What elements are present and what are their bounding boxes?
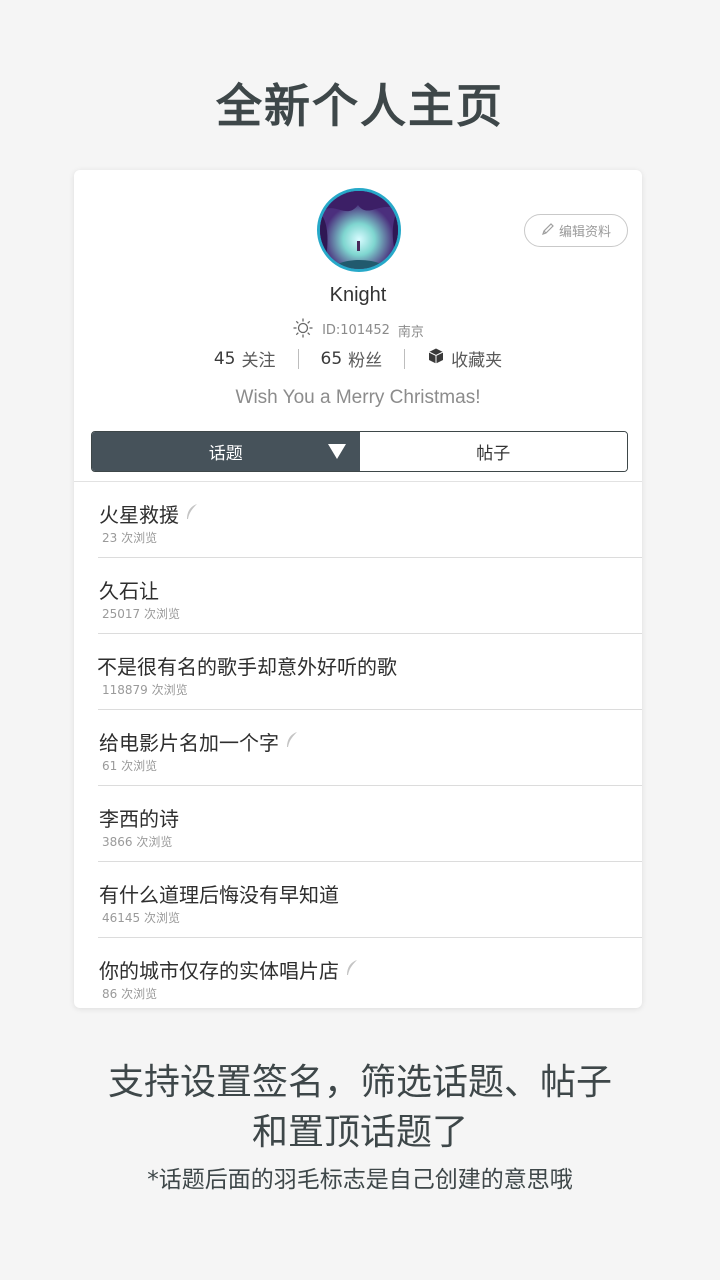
tab-topics[interactable]: 话题 [92, 432, 360, 471]
topic-title: 有什么道理后悔没有早知道 [99, 883, 339, 907]
feather-icon [345, 958, 359, 982]
content-tabs: 话题 帖子 [91, 431, 628, 472]
list-item[interactable]: 有什么道理后悔没有早知道 46145 次浏览 [98, 862, 642, 938]
topic-views: 46145 次浏览 [102, 911, 180, 925]
triangle-down-icon[interactable] [327, 444, 346, 459]
feather-icon [285, 730, 299, 754]
footnote: *话题后面的羽毛标志是自己创建的意思哦 [147, 1167, 573, 1193]
following-count: 45 [213, 348, 236, 369]
pencil-icon [541, 222, 555, 240]
feather-icon [185, 502, 199, 526]
topic-views: 118879 次浏览 [102, 683, 188, 697]
topic-views: 86 次浏览 [102, 987, 158, 1001]
edit-profile-button[interactable]: 编辑资料 [524, 214, 628, 247]
tab-topics-label: 话题 [208, 444, 243, 464]
caption-line-2: 和置顶话题了 [251, 1112, 468, 1153]
followers-label: 粉丝 [348, 351, 383, 371]
topic-title: 李西的诗 [99, 807, 179, 831]
tab-posts[interactable]: 帖子 [359, 432, 627, 471]
list-item[interactable]: 李西的诗 3866 次浏览 [98, 786, 642, 862]
topic-title: 给电影片名加一个字 [99, 731, 279, 755]
sun-icon [292, 317, 314, 343]
topic-views: 23 次浏览 [102, 531, 158, 545]
following-stat[interactable]: 45 关注 [192, 346, 298, 372]
profile-stats: 45 关注 65 粉丝 收藏夹 [74, 346, 642, 371]
box-icon [427, 347, 445, 370]
favorites-stat[interactable]: 收藏夹 [405, 346, 524, 371]
topic-title: 火星救援 [99, 503, 179, 527]
caption-line-1: 支持设置签名，筛选话题、帖子 [107, 1062, 612, 1103]
list-item[interactable]: 你的城市仅存的实体唱片店 86 次浏览 [98, 938, 642, 1008]
topic-views: 3866 次浏览 [102, 835, 173, 849]
user-id: ID:101452 [322, 322, 390, 338]
list-item[interactable]: 不是很有名的歌手却意外好听的歌 118879 次浏览 [97, 634, 642, 710]
following-label: 关注 [241, 351, 276, 371]
topic-title: 不是很有名的歌手却意外好听的歌 [97, 655, 397, 679]
followers-count: 65 [320, 348, 343, 369]
list-item[interactable]: 给电影片名加一个字 61 次浏览 [98, 710, 642, 786]
topic-title: 你的城市仅存的实体唱片店 [99, 959, 339, 983]
tab-posts-label: 帖子 [476, 444, 511, 464]
followers-stat[interactable]: 65 粉丝 [299, 346, 405, 372]
topic-list: 火星救援 23 次浏览 久石让 25017 次浏览 不是很有名的歌手却意外好听的… [74, 481, 642, 1008]
list-item[interactable]: 火星救援 23 次浏览 [98, 482, 642, 558]
list-item[interactable]: 久石让 25017 次浏览 [98, 558, 642, 634]
headline: 全新个人主页 [216, 79, 504, 133]
signature: Wish You a Merry Christmas! [235, 387, 481, 408]
user-location: 南京 [397, 324, 424, 340]
topic-views: 25017 次浏览 [102, 607, 180, 621]
topic-title: 久石让 [99, 579, 159, 603]
topic-views: 61 次浏览 [102, 759, 158, 773]
edit-profile-label: 编辑资料 [558, 225, 611, 240]
feature-caption: 支持设置签名，筛选话题、帖子 和置顶话题了 [0, 1058, 720, 1158]
username: Knight [329, 284, 387, 306]
avatar[interactable] [317, 188, 401, 272]
favorites-label: 收藏夹 [451, 351, 503, 371]
profile-meta: ID:101452 南京 [74, 317, 642, 343]
profile-card: 编辑资料 Knight ID:101452 南京 45 关注 65 粉丝 收藏夹… [74, 170, 642, 1008]
